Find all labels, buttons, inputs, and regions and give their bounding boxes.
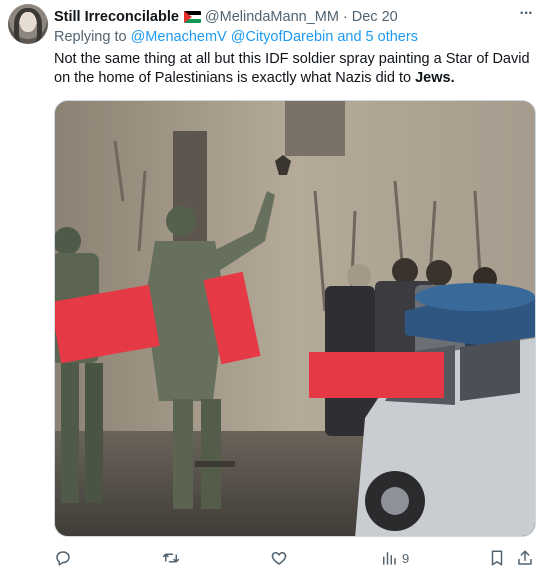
views-button[interactable]: 9 [380, 548, 409, 568]
tweet-header: Still Irreconcilable @MelindaMann_MM · D… [54, 8, 398, 26]
video-frame [55, 101, 535, 536]
tweet-date[interactable]: Dec 20 [352, 9, 398, 25]
soldier-left [55, 227, 103, 503]
tweet-text-line: on the home of Palestinians is exactly w… [54, 69, 534, 88]
user-handle[interactable]: @MelindaMann_MM [205, 9, 339, 25]
retweet-icon [162, 553, 180, 563]
bookmark-icon [491, 550, 503, 566]
retweet-button[interactable] [162, 548, 180, 568]
views-icon [383, 552, 396, 565]
more-options-icon[interactable]: ··· [516, 6, 536, 26]
avatar-face [20, 12, 36, 32]
replying-to: Replying to @MenachemV @CityofDarebin an… [54, 29, 418, 45]
tweet-text: Not the same thing at all but this IDF s… [54, 50, 534, 88]
reply-icon [56, 551, 70, 566]
tweet: Still Irreconcilable @MelindaMann_MM · D… [0, 0, 547, 572]
avatar[interactable] [8, 4, 48, 44]
redaction-box [309, 352, 444, 398]
share-icon [518, 550, 532, 565]
tweet-text-plain: on the home of Palestinians is exactly w… [54, 70, 412, 86]
mention-link[interactable]: @MenachemV [131, 29, 227, 45]
tweet-text-line: Not the same thing at all but this IDF s… [54, 51, 530, 67]
replying-prefix: Replying to [54, 29, 127, 45]
bookmark-button[interactable] [488, 548, 506, 568]
like-icon [271, 552, 287, 565]
tweet-text-bold: Jews. [415, 70, 455, 86]
palestine-flag-icon [183, 11, 201, 23]
tweet-video[interactable] [54, 100, 536, 537]
others-link[interactable]: and 5 others [337, 29, 418, 45]
like-button[interactable] [270, 548, 288, 568]
window [285, 101, 345, 156]
views-count: 9 [402, 550, 410, 566]
display-name[interactable]: Still Irreconcilable [54, 9, 179, 25]
reply-button[interactable] [54, 548, 72, 568]
separator-dot: · [342, 9, 348, 25]
share-button[interactable] [516, 548, 534, 568]
action-bar: 9 [54, 548, 536, 568]
mention-link[interactable]: @CityofDarebin [231, 29, 334, 45]
